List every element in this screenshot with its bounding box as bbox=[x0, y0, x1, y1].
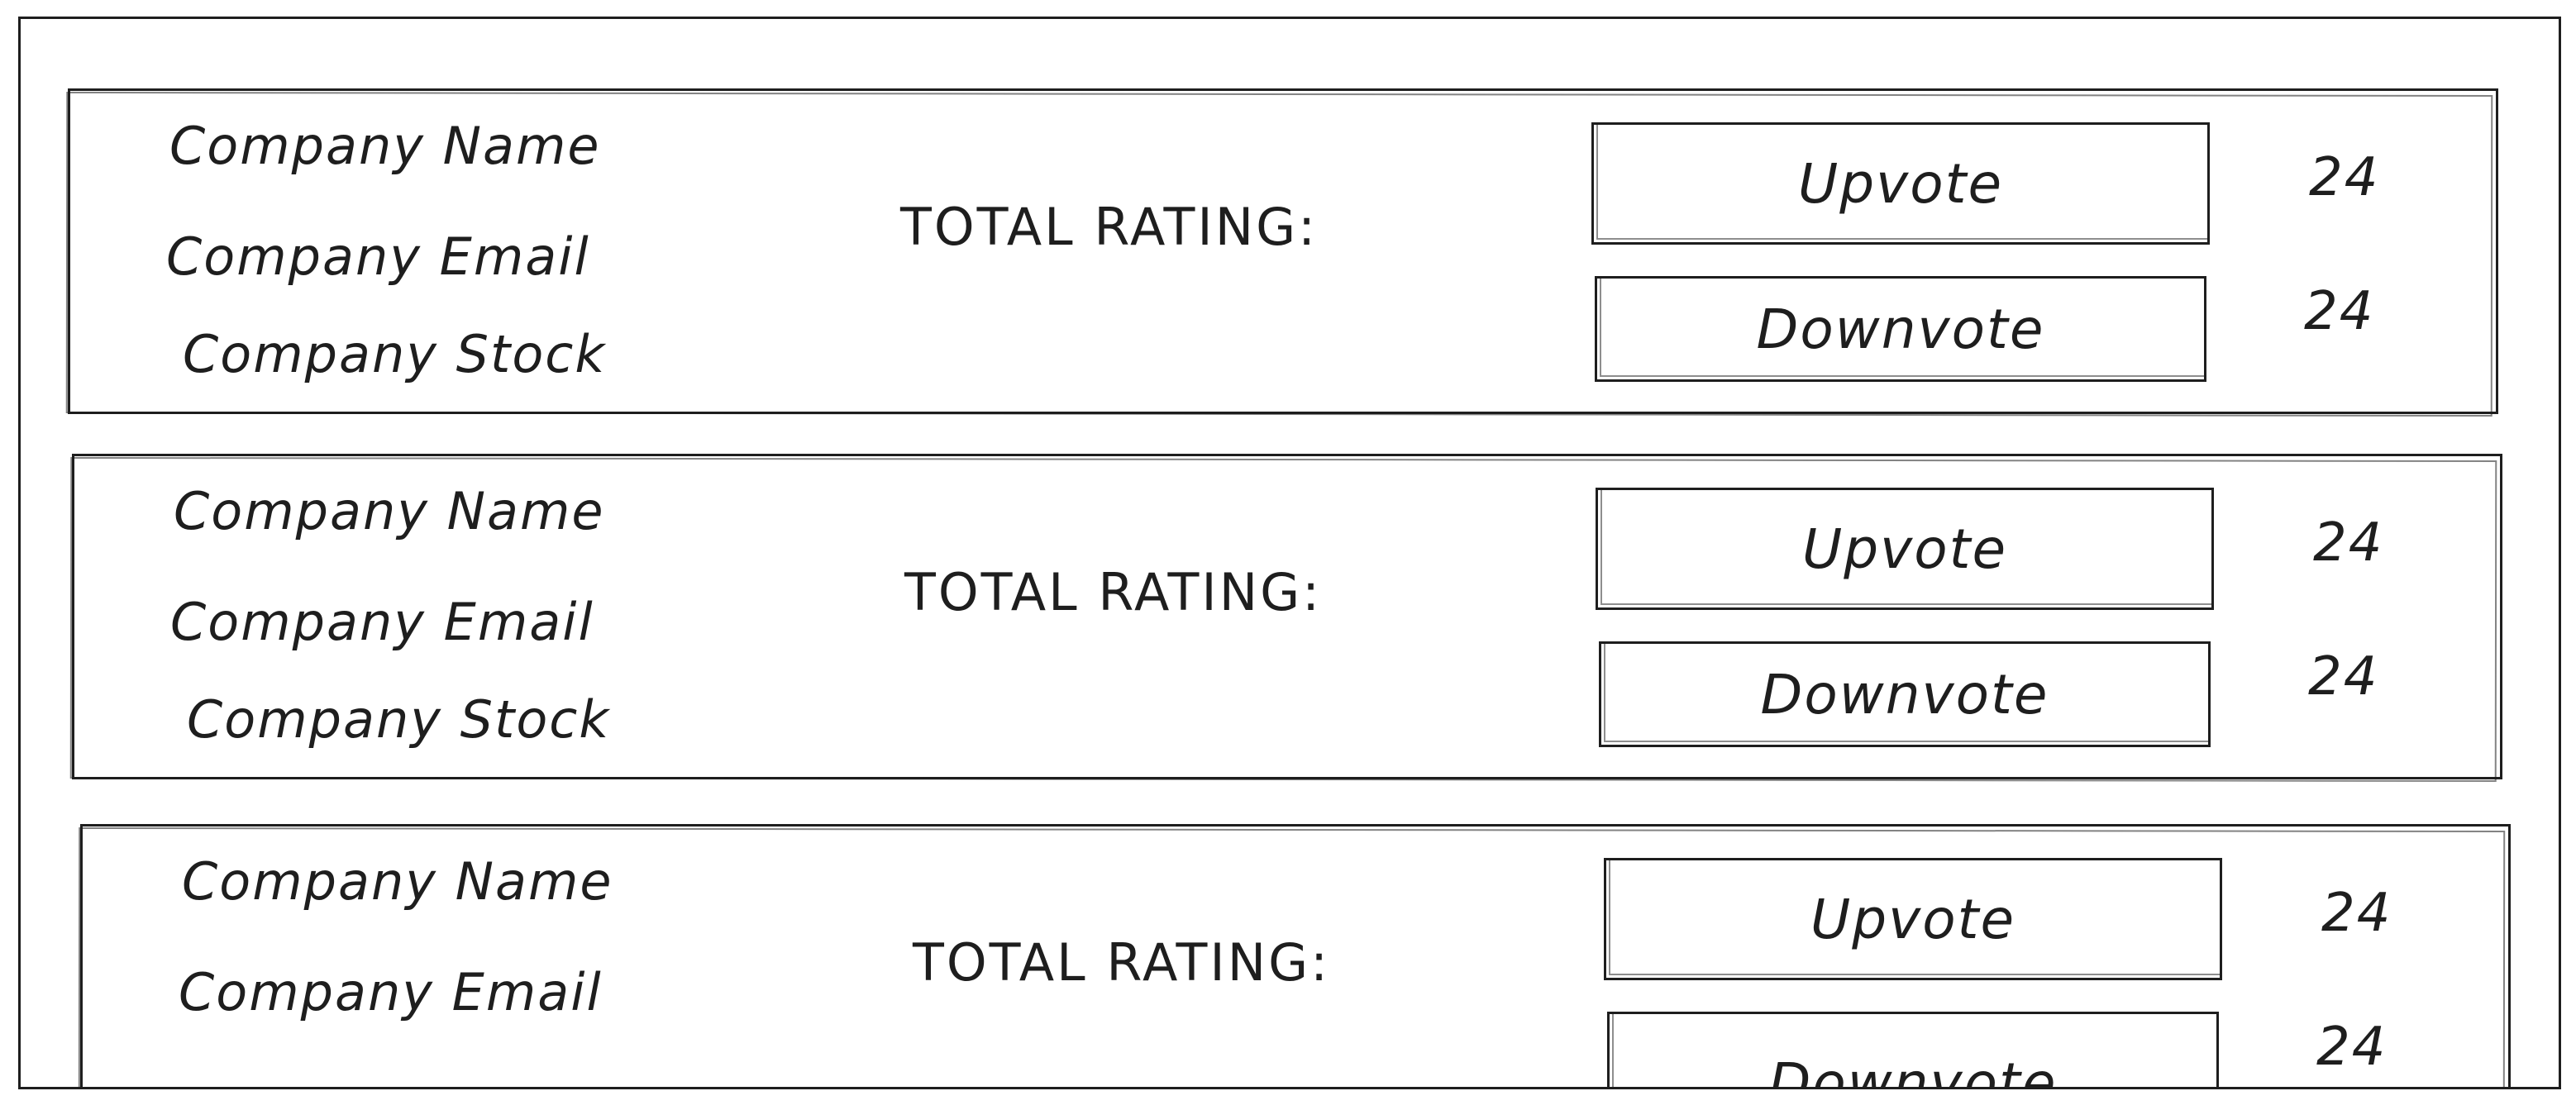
company-name-label: Company Name bbox=[169, 116, 601, 176]
upvote-count: 24 bbox=[2313, 512, 2384, 574]
total-rating-label: TOTAL RATING: bbox=[900, 197, 1319, 257]
downvote-button[interactable]: Downvote bbox=[1595, 276, 2206, 382]
downvote-button-label: Downvote bbox=[1756, 297, 2045, 361]
upvote-button-label: Upvote bbox=[1797, 151, 2004, 216]
downvote-count: 24 bbox=[2304, 281, 2375, 342]
downvote-button-label: Downvote bbox=[1760, 662, 2049, 727]
upvote-count: 24 bbox=[2309, 147, 2380, 208]
total-rating-label: TOTAL RATING: bbox=[913, 932, 1331, 993]
total-rating-label: TOTAL RATING: bbox=[904, 562, 1323, 622]
downvote-count: 24 bbox=[2316, 1017, 2388, 1078]
company-stock-label: Company Stock bbox=[183, 324, 607, 384]
upvote-button-label: Upvote bbox=[1810, 887, 2016, 951]
company-email-label: Company Email bbox=[179, 962, 603, 1022]
downvote-button-label: Downvote bbox=[1768, 1051, 2058, 1089]
downvote-button[interactable]: Downvote bbox=[1599, 641, 2211, 747]
company-email-label: Company Email bbox=[170, 592, 594, 652]
upvote-button-label: Upvote bbox=[1801, 517, 2008, 581]
page-frame: Company Name Company Email Company Stock… bbox=[18, 17, 2561, 1089]
upvote-count: 24 bbox=[2321, 883, 2392, 944]
company-name-label: Company Name bbox=[182, 851, 613, 912]
upvote-button[interactable]: Upvote bbox=[1596, 488, 2214, 610]
company-email-label: Company Email bbox=[166, 226, 590, 287]
company-card: Company Name Company Email Company Stock… bbox=[72, 454, 2502, 779]
downvote-count: 24 bbox=[2308, 646, 2379, 707]
company-name-label: Company Name bbox=[174, 481, 605, 541]
upvote-button[interactable]: Upvote bbox=[1591, 122, 2210, 245]
company-card: Company Name Company Email TOTAL RATING:… bbox=[80, 824, 2511, 1089]
company-stock-label: Company Stock bbox=[187, 689, 611, 750]
downvote-button[interactable]: Downvote bbox=[1607, 1012, 2219, 1089]
upvote-button[interactable]: Upvote bbox=[1604, 858, 2222, 980]
company-card: Company Name Company Email Company Stock… bbox=[68, 88, 2498, 414]
